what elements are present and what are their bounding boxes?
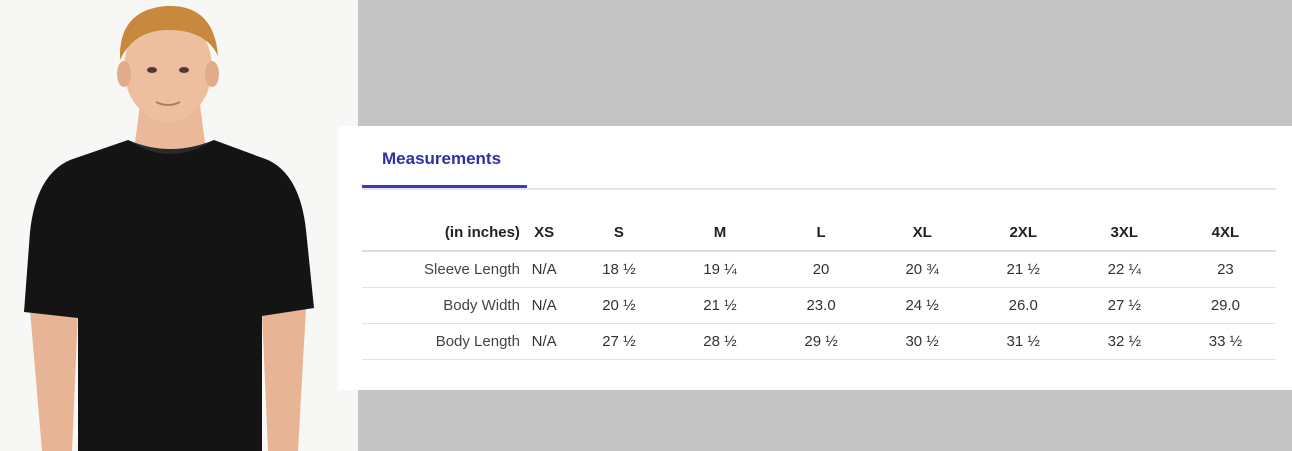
table-row: Body Width N/A 20 ½ 21 ½ 23.0 24 ½ 26.0 … (362, 287, 1276, 324)
gray-backdrop-bottom (358, 390, 1292, 451)
table-cell: 33 ½ (1174, 323, 1276, 360)
table-cell: 29 ½ (770, 323, 872, 360)
table-cell: 28 ½ (669, 323, 771, 360)
table-cell: 24 ½ (871, 287, 973, 324)
row-label: Sleeve Length (362, 251, 520, 288)
table-cell: N/A (519, 287, 569, 324)
table-cell: 30 ½ (871, 323, 973, 360)
size-header: 3XL (1073, 215, 1175, 252)
tab-bar: Measurements (362, 126, 1276, 190)
row-label: Body Length (362, 323, 520, 360)
size-header: 2XL (972, 215, 1074, 252)
table-row: Sleeve Length N/A 18 ½ 19 ¼ 20 20 ¾ 21 ½… (362, 251, 1276, 288)
product-photo (0, 0, 358, 451)
tab-measurements-label: Measurements (382, 149, 502, 168)
table-cell: 20 ½ (568, 287, 670, 324)
table-cell: 21 ½ (669, 287, 771, 324)
table-cell: 27 ½ (568, 323, 670, 360)
row-label: Body Width (362, 287, 520, 324)
size-header: XS (519, 215, 569, 252)
table-cell: 26.0 (972, 287, 1074, 324)
table-cell: 20 (770, 251, 872, 288)
table-cell: 21 ½ (972, 251, 1074, 288)
table-cell: 18 ½ (568, 251, 670, 288)
size-chart-table: (in inches) XS S M L XL 2XL 3XL 4XL Slee… (362, 215, 1276, 360)
table-cell: 19 ¼ (669, 251, 771, 288)
table-header-row: (in inches) XS S M L XL 2XL 3XL 4XL (362, 215, 1276, 252)
table-cell: 32 ½ (1073, 323, 1175, 360)
table-cell: 27 ½ (1073, 287, 1175, 324)
size-header: 4XL (1174, 215, 1276, 252)
size-header: L (770, 215, 872, 252)
table-cell: 20 ¾ (871, 251, 973, 288)
table-cell: 23 (1174, 251, 1276, 288)
units-header: (in inches) (362, 215, 520, 252)
table-cell: 22 ¼ (1073, 251, 1175, 288)
table-cell: 31 ½ (972, 323, 1074, 360)
table-row: Body Length N/A 27 ½ 28 ½ 29 ½ 30 ½ 31 ½… (362, 323, 1276, 360)
table-cell: 29.0 (1174, 287, 1276, 324)
size-header: M (669, 215, 771, 252)
measurements-panel: Measurements (in inches) XS S M L XL 2XL (338, 126, 1292, 390)
gray-backdrop-top (358, 0, 1292, 126)
table-cell: N/A (519, 251, 569, 288)
model-tshirt-image (24, 5, 314, 451)
table-cell: 23.0 (770, 287, 872, 324)
tab-measurements[interactable]: Measurements (362, 126, 527, 188)
table-cell: N/A (519, 323, 569, 360)
size-header: XL (871, 215, 973, 252)
size-header: S (568, 215, 670, 252)
